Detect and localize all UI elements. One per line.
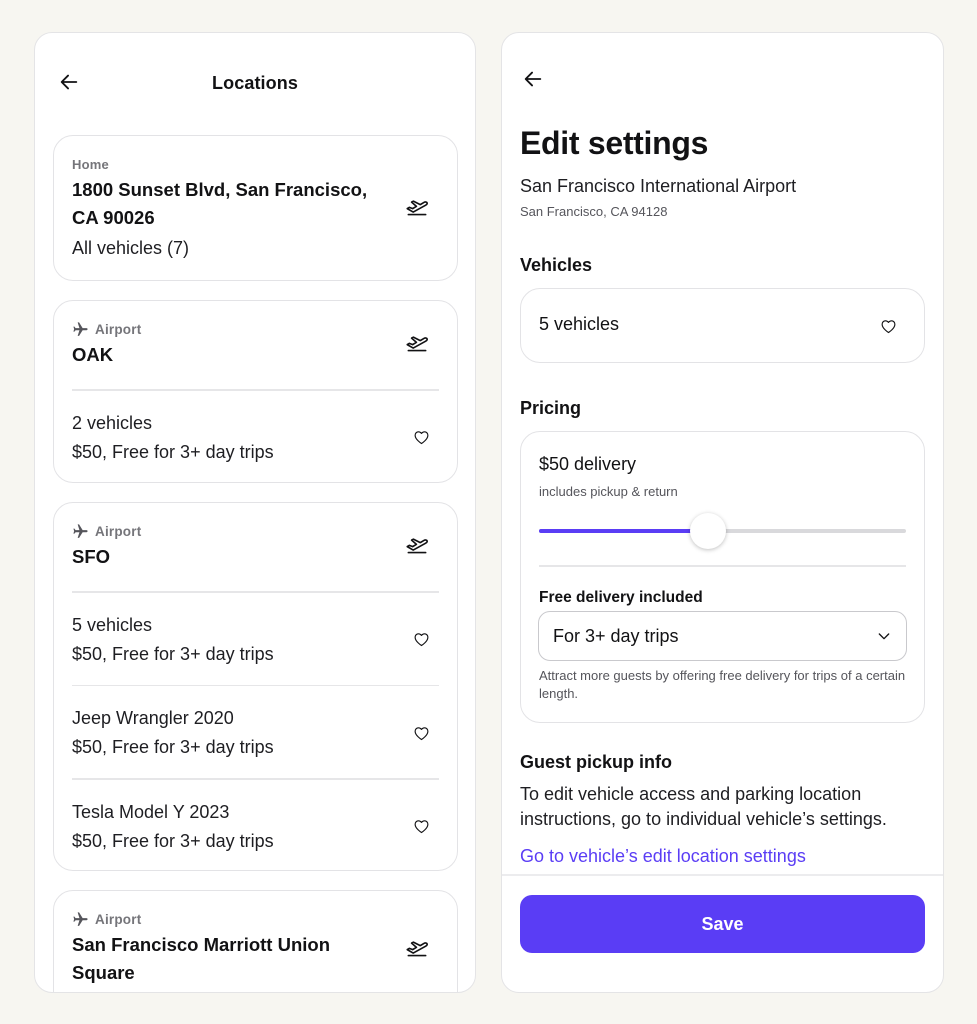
heart-icon[interactable] xyxy=(411,428,431,448)
airplane-icon xyxy=(73,322,88,336)
pricing-heading: Pricing xyxy=(520,398,582,418)
row-title: Tesla Model Y 2023 xyxy=(72,801,230,822)
tag-text: Airport xyxy=(95,524,142,539)
delivery-price: $50 delivery xyxy=(539,454,637,474)
location-name: SFO xyxy=(72,546,111,567)
location-card-home[interactable]: Home 1800 Sunset Blvd, San Francisco, CA… xyxy=(53,135,458,281)
edit-settings-screen: Edit settings San Francisco Internationa… xyxy=(501,32,944,993)
heart-icon[interactable] xyxy=(411,817,431,837)
canvas: Locations Home 1800 Sunset Blvd, San Fra… xyxy=(0,0,977,1024)
row-price: $50, Free for 3+ day trips xyxy=(72,441,274,462)
pickup-text: To edit vehicle access and parking locat… xyxy=(520,784,887,829)
location-name-line1: 1800 Sunset Blvd, San Francisco, xyxy=(72,179,368,200)
select-value: For 3+ day trips xyxy=(553,625,679,646)
location-address: San Francisco, CA 94128 xyxy=(520,204,668,219)
slider-fill xyxy=(539,529,708,533)
location-type-label: Home xyxy=(72,157,109,172)
vehicle-row[interactable]: Jeep Wrangler 2020 $50, Free for 3+ day … xyxy=(54,686,457,778)
location-type-label: Airport xyxy=(72,523,439,540)
footer-divider xyxy=(502,874,943,876)
row-price: $50, Free for 3+ day trips xyxy=(72,643,274,664)
delivery-note: includes pickup & return xyxy=(539,484,678,499)
heart-icon[interactable] xyxy=(411,630,431,650)
vehicle-row[interactable]: 5 vehicles $50, Free for 3+ day trips xyxy=(54,593,457,685)
location-type-label: Airport xyxy=(72,911,439,928)
free-delivery-label: Free delivery included xyxy=(539,589,703,606)
row-price: $50, Free for 3+ day trips xyxy=(72,737,274,757)
vehicles-value: 5 vehicles xyxy=(539,314,620,334)
vehicles-selector[interactable]: 5 vehicles xyxy=(520,288,925,363)
row-title: Jeep Wrangler 2020 xyxy=(72,708,234,728)
vehicle-summary: All vehicles (7) xyxy=(72,238,190,258)
location-card-sfo[interactable]: Airport SFO 5 vehicles $50, Free for 3+ … xyxy=(53,502,458,871)
arrow-left-icon xyxy=(524,71,542,87)
row-title: 5 vehicles xyxy=(72,614,153,635)
locations-screen: Locations Home 1800 Sunset Blvd, San Fra… xyxy=(34,32,476,993)
free-delivery-helper: Attract more guests by offering free del… xyxy=(539,668,906,701)
plane-icon[interactable] xyxy=(403,531,431,559)
location-name-line2: Square xyxy=(72,962,135,983)
plane-icon[interactable] xyxy=(403,193,431,221)
vehicle-row[interactable]: Tesla Model Y 2023 $50, Free for 3+ day … xyxy=(54,780,457,872)
free-delivery-select[interactable]: For 3+ day trips xyxy=(538,611,907,661)
airplane-icon xyxy=(73,524,88,538)
delivery-price-slider[interactable] xyxy=(539,513,906,549)
location-name: San Francisco International Airport xyxy=(520,176,797,196)
row-price: $50, Free for 3+ day trips xyxy=(72,830,274,851)
vehicle-row[interactable]: 2 vehicles $50, Free for 3+ day trips xyxy=(54,391,457,484)
vehicles-heading: Vehicles xyxy=(520,255,593,275)
plane-icon[interactable] xyxy=(403,329,431,357)
location-name-line1: San Francisco Marriott Union xyxy=(72,934,331,955)
heart-icon[interactable] xyxy=(411,723,431,743)
pricing-box: $50 delivery includes pickup & return Fr… xyxy=(520,431,925,723)
edit-location-link[interactable]: Go to vehicle’s edit location settings xyxy=(520,846,806,867)
slider-thumb[interactable] xyxy=(689,513,726,549)
location-card-marriott[interactable]: Airport San Francisco Marriott Union Squ… xyxy=(53,890,458,992)
chevron-down-icon xyxy=(878,633,890,640)
airplane-icon xyxy=(73,912,88,926)
plane-icon[interactable] xyxy=(403,934,431,962)
back-button[interactable] xyxy=(518,64,548,94)
divider xyxy=(539,565,906,567)
location-type-label: Airport xyxy=(72,321,439,338)
row-title: 2 vehicles xyxy=(72,412,153,433)
tag-text: Airport xyxy=(95,322,142,337)
pickup-heading: Guest pickup info xyxy=(520,752,673,772)
location-name: OAK xyxy=(72,344,114,365)
page-title: Locations xyxy=(212,73,298,93)
page-title: Edit settings xyxy=(520,125,709,161)
save-button[interactable]: Save xyxy=(520,895,925,953)
location-card-oak[interactable]: Airport OAK 2 vehicles $50, Free for 3+ … xyxy=(53,300,458,483)
heart-icon[interactable] xyxy=(878,316,898,336)
location-name-line2: CA 90026 xyxy=(72,207,155,228)
tag-text: Airport xyxy=(95,912,142,927)
